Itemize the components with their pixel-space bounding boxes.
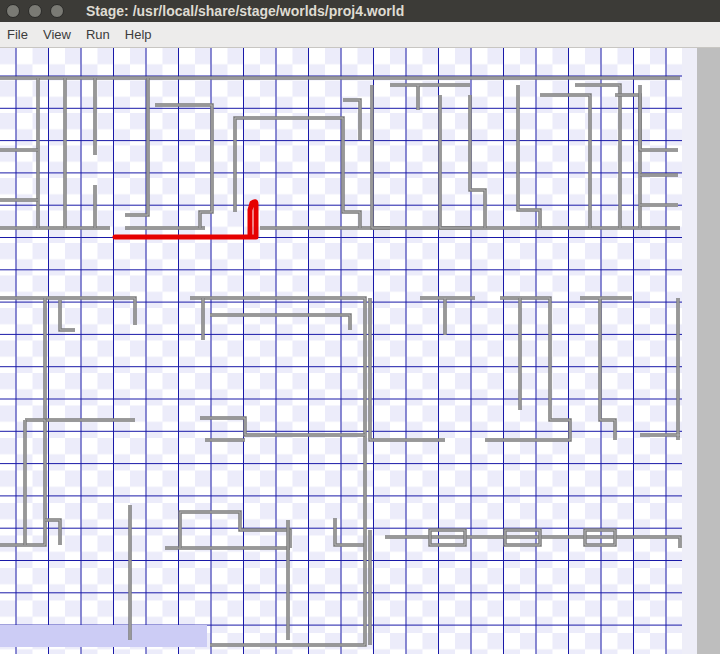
menu-item[interactable]: View: [38, 25, 76, 45]
close-button[interactable]: [6, 4, 20, 18]
region-block: [0, 625, 207, 647]
scroll-strip: [682, 48, 697, 654]
title-bar: Stage: /usr/local/share/stage/worlds/pro…: [0, 0, 720, 22]
window-title: Stage: /usr/local/share/stage/worlds/pro…: [86, 4, 404, 18]
menu-bar: FileViewRunHelp: [0, 22, 720, 48]
world-map[interactable]: [0, 48, 682, 654]
menu-item[interactable]: Help: [120, 25, 157, 45]
canvas-area: [0, 48, 720, 654]
side-panel: [697, 48, 720, 654]
maximize-button[interactable]: [50, 4, 64, 18]
robot-trail: [115, 202, 256, 237]
menu-item[interactable]: File: [2, 25, 33, 45]
minimize-button[interactable]: [28, 4, 42, 18]
menu-item[interactable]: Run: [81, 25, 115, 45]
stage-window: Stage: /usr/local/share/stage/worlds/pro…: [0, 0, 720, 654]
